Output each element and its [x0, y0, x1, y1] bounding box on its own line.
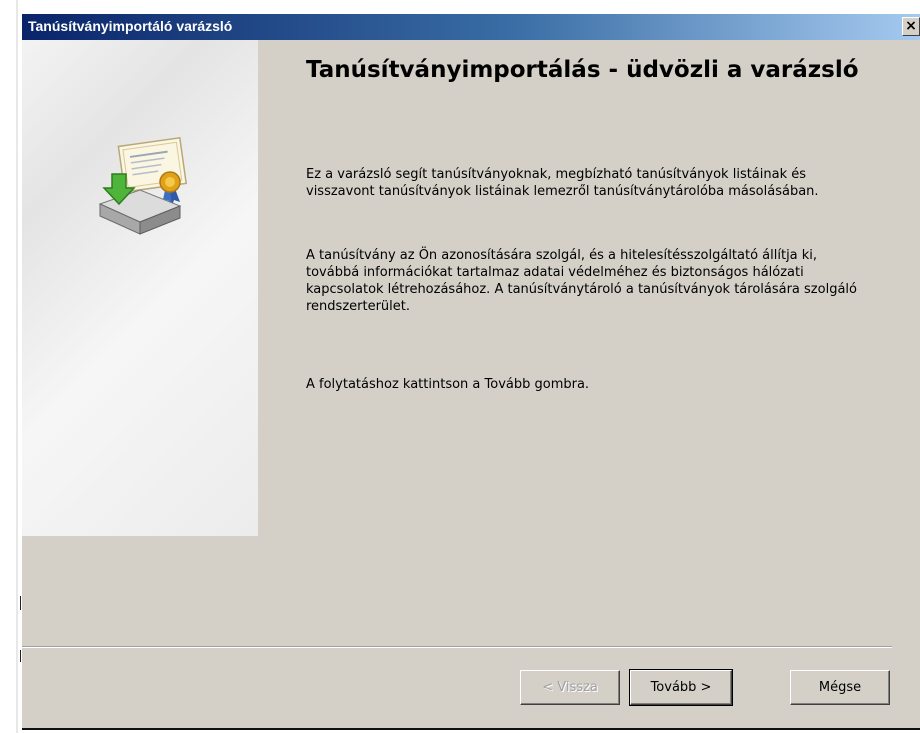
bottom-edge-line	[22, 728, 920, 730]
close-button[interactable]: ×	[902, 17, 920, 36]
next-button[interactable]: Tovább >	[629, 669, 733, 706]
description-paragraph: A tanúsítvány az Ön azonosítására szolgá…	[306, 248, 857, 314]
instruction-text: A folytatáshoz kattintson a Tovább gombr…	[306, 377, 590, 392]
close-icon: ×	[905, 18, 917, 34]
window-title: Tanúsítványimportáló varázsló	[28, 18, 233, 34]
button-separator	[22, 646, 892, 648]
wizard-side-panel	[22, 40, 258, 536]
edge-tick-mark	[20, 650, 21, 662]
left-edge-line	[16, 0, 18, 733]
page-title: Tanúsítványimportálás - üdvözli a varázs…	[306, 57, 859, 83]
edge-tick-mark	[20, 596, 21, 610]
title-bar[interactable]: Tanúsítványimportáló varázsló ×	[22, 14, 920, 40]
cancel-button[interactable]: Mégse	[790, 670, 890, 705]
certificate-import-icon	[98, 136, 188, 235]
back-button[interactable]: < Vissza	[520, 670, 620, 705]
intro-paragraph: Ez a varázsló segít tanúsítványoknak, me…	[306, 167, 819, 199]
